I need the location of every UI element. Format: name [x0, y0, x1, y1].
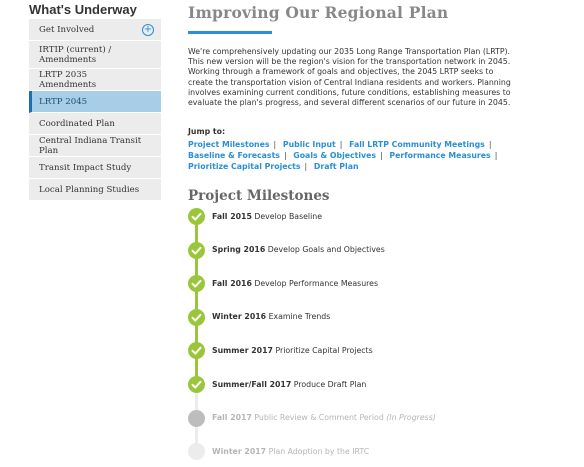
- milestone-item: Summer/Fall 2017 Produce Draft Plan: [212, 380, 366, 390]
- checkmark-icon: [188, 342, 205, 360]
- jump-link-community-meetings[interactable]: Fall LRTP Community Meetings: [349, 140, 485, 149]
- milestones-heading: Project Milestones: [188, 187, 330, 204]
- checkmark-icon: [188, 376, 205, 393]
- intro-paragraph: We're comprehensively updating our 2035 …: [188, 47, 511, 108]
- separator: |: [339, 140, 343, 150]
- jump-links: Project Milestones | Public Input | Fall L…: [188, 140, 513, 172]
- pending-dot-icon: [188, 443, 205, 461]
- sidebar-item-lrtp-2045[interactable]: LRTP 2045: [29, 91, 161, 113]
- milestone-task: Develop Goals and Objectives: [265, 245, 385, 255]
- milestone-item: Summer 2017 Prioritize Capital Projects: [212, 346, 373, 356]
- milestone-period: Fall 2016: [212, 278, 252, 288]
- milestone-item: Fall 2015 Develop Baseline: [212, 212, 322, 222]
- separator: |: [273, 140, 277, 150]
- sidebar-title: What's Underway: [29, 2, 137, 17]
- jump-link-goals-objectives[interactable]: Goals & Objectives: [293, 151, 376, 160]
- sidebar-item-irtip[interactable]: IRTIP (current) / Amendments: [29, 41, 161, 69]
- milestone-task: Plan Adoption by the IRTC: [266, 446, 370, 456]
- milestone-task: Develop Baseline: [251, 211, 323, 221]
- sidebar-item-label: IRTIP (current) / Amendments: [39, 44, 112, 65]
- jump-link-public-input[interactable]: Public Input: [283, 140, 336, 149]
- sidebar-item-label: Get Involved: [39, 24, 95, 35]
- sidebar-item-label: Local Planning Studies: [39, 184, 140, 195]
- jump-to-label: Jump to:: [188, 127, 226, 137]
- milestone-task: Develop Performance Measures: [251, 278, 379, 288]
- checkmark-icon: [188, 308, 205, 326]
- in-progress-dot-icon: [188, 409, 205, 427]
- title-underline: [188, 31, 272, 34]
- milestone-task: Prioritize Capital Projects: [272, 345, 373, 355]
- milestone-task: Public Review & Comment Period: [251, 413, 384, 423]
- separator: |: [380, 151, 383, 161]
- sidebar-item-transit-plan[interactable]: Central Indiana Transit Plan: [29, 135, 161, 157]
- checkmark-icon: [188, 275, 205, 293]
- main-content: Improving Our Regional Plan We're compre…: [188, 0, 568, 205]
- sidebar-item-transit-impact-study[interactable]: Transit Impact Study: [29, 157, 161, 179]
- milestone-item: Winter 2017 Plan Adoption by the IRTC: [212, 447, 369, 457]
- milestone-period: Fall 2017: [212, 413, 252, 423]
- sidebar-item-label: Central Indiana Transit Plan: [39, 135, 142, 156]
- milestone-period: Spring 2016: [212, 245, 266, 255]
- milestone-item: Fall 2017 Public Review & Comment Period…: [212, 413, 436, 423]
- milestone-item: Winter 2016 Examine Trends: [212, 312, 330, 322]
- sidebar-item-label: LRTP 2045: [39, 96, 88, 107]
- jump-link-draft-plan[interactable]: Draft Plan: [314, 162, 359, 171]
- separator: |: [494, 151, 498, 161]
- sidebar: What's Underway Get Involved + IRTIP (cu…: [29, 0, 161, 201]
- milestone-period: Winter 2017: [212, 446, 267, 456]
- plus-circle-icon[interactable]: +: [142, 23, 154, 36]
- separator: |: [283, 151, 287, 161]
- checkmark-icon: [188, 208, 205, 225]
- jump-link-baseline-forecasts[interactable]: Baseline & Forecasts: [188, 151, 280, 160]
- sidebar-item-label: Transit Impact Study: [39, 162, 132, 173]
- separator: |: [488, 140, 492, 150]
- separator: |: [304, 161, 308, 171]
- jump-link-prioritize-capital-projects[interactable]: Prioritize Capital Projects: [188, 162, 301, 171]
- milestone-task: Produce Draft Plan: [291, 379, 367, 389]
- jump-link-project-milestones[interactable]: Project Milestones: [188, 140, 270, 149]
- sidebar-item-coordinated-plan[interactable]: Coordinated Plan: [29, 113, 161, 135]
- sidebar-item-label: LRTP 2035 Amendments: [39, 69, 97, 90]
- milestone-period: Winter 2016: [212, 312, 267, 322]
- sidebar-item-lrtp-2035-amendments[interactable]: LRTP 2035 Amendments: [29, 69, 161, 91]
- jump-link-performance-measures[interactable]: Performance Measures: [389, 151, 490, 160]
- page-title: Improving Our Regional Plan: [188, 3, 449, 22]
- milestone-item: Spring 2016 Develop Goals and Objectives: [212, 245, 385, 255]
- sidebar-item-local-planning-studies[interactable]: Local Planning Studies: [29, 179, 161, 201]
- checkmark-icon: [188, 241, 205, 259]
- milestone-status: (In Progress): [383, 413, 436, 423]
- milestone-task: Examine Trends: [266, 312, 331, 322]
- milestone-period: Summer 2017: [212, 345, 273, 355]
- sidebar-item-label: Coordinated Plan: [39, 118, 115, 129]
- sidebar-item-get-involved[interactable]: Get Involved +: [29, 19, 161, 41]
- milestone-period: Summer/Fall 2017: [212, 379, 292, 389]
- milestone-item: Fall 2016 Develop Performance Measures: [212, 279, 378, 289]
- milestone-period: Fall 2015: [212, 211, 252, 221]
